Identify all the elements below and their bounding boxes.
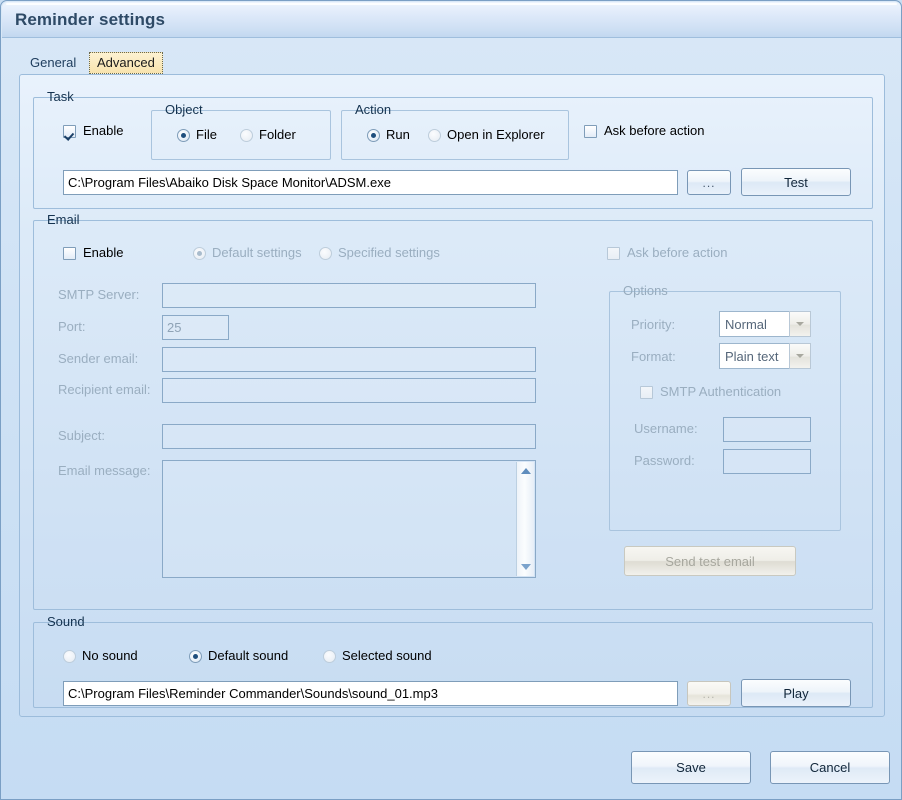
email-options-legend: Options: [623, 283, 668, 298]
task-ask-before-action-checkbox[interactable]: [584, 125, 597, 138]
sound-play-button[interactable]: Play: [741, 679, 851, 707]
action-radio-open-in-explorer-label: Open in Explorer: [447, 127, 545, 142]
format-label: Format:: [631, 349, 676, 364]
format-combobox[interactable]: Plain text: [719, 343, 811, 369]
object-group: Object File Folder: [151, 103, 331, 160]
action-group-legend: Action: [355, 102, 392, 117]
smtp-server-label: SMTP Server:: [58, 287, 140, 302]
email-radio-specified-settings-label: Specified settings: [338, 245, 440, 260]
email-enable-label: Enable: [83, 245, 124, 260]
title-bar: Reminder settings: [2, 2, 901, 38]
sound-radio-no-sound-label: No sound: [82, 648, 138, 663]
priority-combobox[interactable]: Normal: [719, 311, 811, 337]
sound-radio-selected-sound-label: Selected sound: [342, 648, 432, 663]
cancel-button[interactable]: Cancel: [770, 751, 890, 784]
sender-email-label: Sender email:: [58, 351, 139, 366]
sound-radio-default-sound-label: Default sound: [208, 648, 289, 663]
sound-group-legend: Sound: [47, 614, 85, 629]
object-radio-file[interactable]: [177, 129, 190, 142]
subject-label: Subject:: [58, 428, 105, 443]
recipient-email-input[interactable]: [162, 378, 536, 403]
email-message-label: Email message:: [58, 463, 151, 478]
email-ask-before-action-checkbox[interactable]: [607, 247, 620, 260]
object-group-legend: Object: [165, 102, 203, 117]
email-ask-before-action-label: Ask before action: [627, 245, 728, 260]
task-group: Task Enable Object File Folder Action Ru…: [33, 90, 873, 209]
task-enable-checkbox[interactable]: [63, 125, 76, 138]
smtp-server-input[interactable]: [162, 283, 536, 308]
task-ask-before-action-label: Ask before action: [604, 123, 705, 138]
sound-group: Sound No sound Default sound Selected so…: [33, 615, 873, 708]
sound-browse-button[interactable]: ...: [687, 681, 731, 706]
tab-panel-advanced: Task Enable Object File Folder Action Ru…: [19, 74, 885, 717]
sound-radio-default-sound[interactable]: [189, 650, 202, 663]
email-enable-checkbox[interactable]: [63, 247, 76, 260]
send-test-email-button[interactable]: Send test email: [624, 546, 796, 576]
smtp-auth-checkbox[interactable]: [640, 386, 653, 399]
format-value: Plain text: [719, 343, 789, 369]
priority-label: Priority:: [631, 317, 676, 332]
email-message-scrollbar[interactable]: [516, 462, 534, 576]
email-group: Email Enable Default settings Specified …: [33, 213, 873, 610]
sender-email-input[interactable]: [162, 347, 536, 372]
save-button[interactable]: Save: [631, 751, 751, 784]
username-input[interactable]: [723, 417, 811, 442]
action-group: Action Run Open in Explorer: [341, 103, 569, 160]
username-label: Username:: [634, 421, 698, 436]
object-radio-file-label: File: [196, 127, 217, 142]
object-radio-folder[interactable]: [240, 129, 253, 142]
port-input[interactable]: 25: [162, 315, 229, 340]
sound-radio-no-sound[interactable]: [63, 650, 76, 663]
password-input[interactable]: [723, 449, 811, 474]
email-radio-specified-settings[interactable]: [319, 247, 332, 260]
task-group-legend: Task: [47, 89, 74, 104]
action-radio-run-label: Run: [386, 127, 410, 142]
priority-value: Normal: [719, 311, 789, 337]
email-radio-default-settings-label: Default settings: [212, 245, 302, 260]
tab-advanced[interactable]: Advanced: [89, 52, 163, 74]
sound-radio-selected-sound[interactable]: [323, 650, 336, 663]
tab-general[interactable]: General: [23, 52, 83, 74]
port-label: Port:: [58, 319, 86, 334]
email-group-legend: Email: [47, 212, 80, 227]
tab-strip: General Advanced: [19, 52, 889, 75]
subject-input[interactable]: [162, 424, 536, 449]
email-options-group: Options Priority: Normal Format: Plain t…: [609, 284, 841, 531]
password-label: Password:: [634, 453, 695, 468]
object-radio-folder-label: Folder: [259, 127, 296, 142]
reminder-settings-window: Reminder settings General Advanced Task …: [0, 0, 902, 800]
chevron-down-icon[interactable]: [789, 343, 811, 369]
task-test-button[interactable]: Test: [741, 168, 851, 196]
email-message-textarea[interactable]: [162, 460, 536, 578]
sound-path-input[interactable]: C:\Program Files\Reminder Commander\Soun…: [63, 681, 678, 706]
action-radio-open-in-explorer[interactable]: [428, 129, 441, 142]
scroll-up-icon[interactable]: [520, 468, 531, 474]
scroll-down-icon[interactable]: [520, 564, 531, 570]
titlebar-highlight: [6, 3, 897, 5]
recipient-email-label: Recipient email:: [58, 382, 151, 397]
task-enable-label: Enable: [83, 123, 124, 138]
window-title: Reminder settings: [15, 10, 166, 29]
action-radio-run[interactable]: [367, 129, 380, 142]
task-browse-button[interactable]: ...: [687, 170, 731, 195]
chevron-down-icon[interactable]: [789, 311, 811, 337]
email-radio-default-settings[interactable]: [193, 247, 206, 260]
smtp-auth-label: SMTP Authentication: [660, 384, 782, 399]
task-path-input[interactable]: C:\Program Files\Abaiko Disk Space Monit…: [63, 170, 678, 195]
